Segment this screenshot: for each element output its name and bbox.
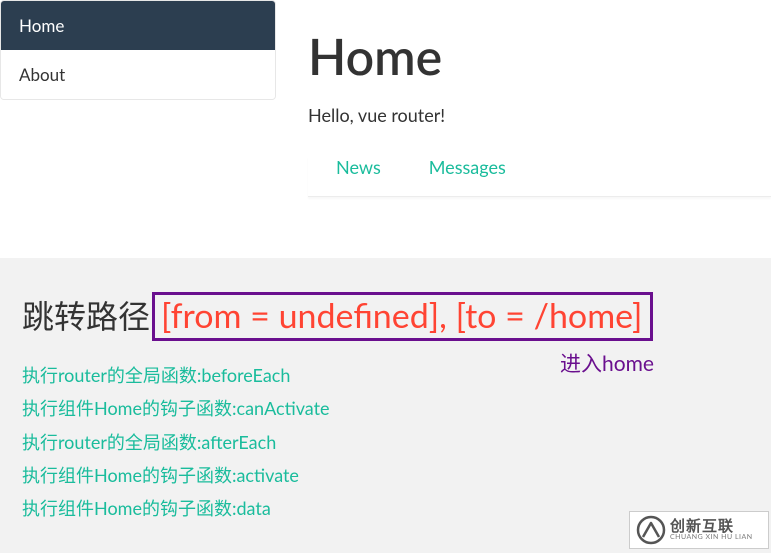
watermark-badge: 创新互联 CHUANG XIN HU LIAN (629, 511, 769, 549)
route-path-box: [from = undefined], [to = /home] (152, 292, 653, 341)
route-row: 跳转路径 [from = undefined], [to = /home] (22, 292, 749, 341)
log-lines: 执行router的全局函数:beforeEach 执行组件Home的钩子函数:c… (22, 359, 749, 525)
greeting-text: Hello, vue router! (308, 104, 771, 126)
watermark-sub: CHUANG XIN HU LIAN (670, 534, 753, 542)
watermark-brand: 创新互联 (670, 518, 753, 535)
subtab-bar: News Messages (308, 156, 771, 197)
logo-icon (636, 515, 666, 545)
enter-home-note: 进入home (560, 348, 654, 378)
top-region: Home About Home Hello, vue router! News … (0, 0, 771, 197)
tab-messages[interactable]: Messages (429, 156, 506, 178)
watermark-text: 创新互联 CHUANG XIN HU LIAN (670, 518, 753, 542)
tab-news[interactable]: News (336, 156, 381, 178)
sidebar-item-home[interactable]: Home (1, 1, 275, 50)
log-line: 执行组件Home的钩子函数:canActivate (22, 392, 749, 425)
route-path-text: [from = undefined], [to = /home] (161, 295, 642, 336)
log-line: 执行组件Home的钩子函数:activate (22, 459, 749, 492)
page-title: Home (308, 26, 771, 86)
log-line: 执行router的全局函数:afterEach (22, 426, 749, 459)
route-label: 跳转路径 (22, 292, 150, 338)
main-content: Home Hello, vue router! News Messages (276, 0, 771, 197)
sidebar-item-about[interactable]: About (1, 50, 275, 99)
log-panel: 跳转路径 [from = undefined], [to = /home] 进入… (0, 258, 771, 553)
sidebar: Home About (0, 0, 276, 100)
